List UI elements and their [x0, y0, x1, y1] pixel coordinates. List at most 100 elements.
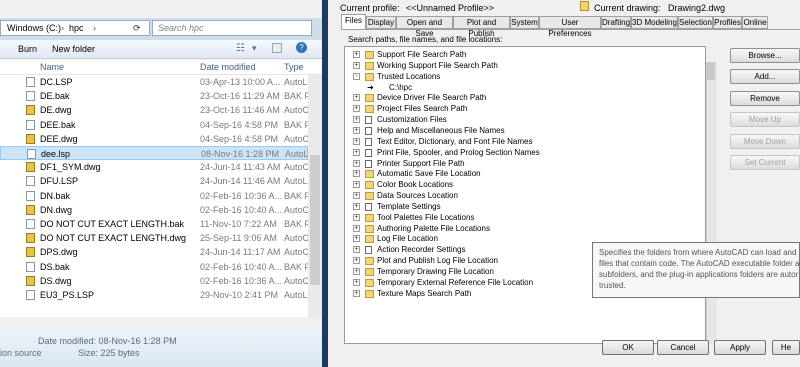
- file-row[interactable]: DEE.dwg 04-Sep-16 4:58 PM AutoCA: [0, 132, 308, 146]
- set-current-button[interactable]: Set Current: [730, 155, 800, 170]
- tab-user-preferences[interactable]: User Preferences: [539, 16, 601, 38]
- expand-icon[interactable]: +: [353, 268, 360, 275]
- burn-button[interactable]: Burn: [18, 44, 37, 54]
- tab-3d-modeling[interactable]: 3D Modeling: [631, 16, 678, 29]
- expand-icon[interactable]: +: [353, 181, 360, 189]
- file-date: 24-Jun-14 11:43 AM: [200, 162, 281, 173]
- tree-scrollbar-thumb[interactable]: [707, 62, 715, 80]
- move-up-button[interactable]: Move Up: [730, 112, 800, 127]
- breadcrumb-folder[interactable]: hpc: [69, 23, 84, 33]
- tab-system[interactable]: System: [510, 16, 539, 29]
- file-type: BAK Fil: [284, 261, 308, 272]
- tab-selection[interactable]: Selection: [678, 16, 713, 29]
- current-drawing-label: Current drawing:: [594, 3, 661, 13]
- file-row[interactable]: dee.lsp 08-Nov-16 1:28 PM AutoLIS: [0, 146, 308, 160]
- folder-icon: [365, 278, 374, 287]
- breadcrumb-drive[interactable]: Windows (C:): [7, 23, 61, 33]
- column-date-modified[interactable]: Date modified: [200, 62, 256, 72]
- expand-icon[interactable]: +: [353, 224, 360, 232]
- document-icon: [26, 219, 35, 229]
- tree-item-label: Print File, Spooler, and Prolog Section …: [377, 147, 540, 157]
- folder-icon: [365, 181, 374, 190]
- folder-icon: [365, 51, 374, 59]
- tree-item-label: Working Support File Search Path: [377, 60, 498, 70]
- tab-display[interactable]: Display: [366, 16, 396, 29]
- file-row[interactable]: DN.dwg 02-Feb-16 10:40 A...AutoCA: [0, 203, 308, 217]
- page-icon: [365, 116, 372, 125]
- file-row[interactable]: DO NOT CUT EXACT LENGTH.dwg 25-Sep-11 9:0…: [0, 231, 308, 245]
- add-button[interactable]: Add...: [730, 69, 800, 84]
- refresh-icon[interactable]: ⟳: [133, 23, 141, 34]
- file-row[interactable]: DN.bak 02-Feb-16 10:36 A...BAK Fil: [0, 189, 308, 203]
- expand-icon[interactable]: +: [353, 105, 360, 113]
- chevron-down-icon[interactable]: ▾: [252, 43, 257, 54]
- remove-button[interactable]: Remove: [730, 91, 800, 106]
- ok-button[interactable]: OK: [602, 340, 654, 355]
- help-icon[interactable]: ?: [296, 42, 307, 53]
- expand-icon[interactable]: +: [353, 159, 360, 167]
- preview-pane-icon[interactable]: [272, 43, 282, 53]
- file-row[interactable]: DC.LSP 03-Apr-13 10:00 A...AutoLIS: [0, 75, 308, 89]
- file-row[interactable]: DFU.LSP 24-Jun-14 11:46 AMAutoLIS: [0, 174, 308, 188]
- address-bar[interactable]: Windows (C:) › hpc › ⟳: [0, 20, 150, 36]
- collapse-icon[interactable]: -: [353, 72, 360, 80]
- tab-drafting[interactable]: Drafting: [601, 16, 631, 29]
- document-icon: [26, 261, 35, 272]
- expand-icon[interactable]: +: [353, 213, 360, 221]
- view-options-icon[interactable]: ☷: [236, 43, 245, 54]
- file-row[interactable]: EU3_PS.LSP 29-Nov-10 2:41 PM AutoLIS: [0, 288, 308, 302]
- expand-icon[interactable]: +: [353, 148, 360, 156]
- cancel-button[interactable]: Cancel: [657, 340, 709, 355]
- tab-profiles[interactable]: Profiles: [713, 16, 742, 29]
- new-folder-button[interactable]: New folder: [52, 44, 95, 54]
- tree-item-label: Texture Maps Search Path: [377, 288, 472, 298]
- help-button[interactable]: He: [772, 340, 800, 355]
- expand-icon[interactable]: +: [353, 170, 360, 178]
- browse-button[interactable]: Browse...: [730, 48, 800, 63]
- move-down-button[interactable]: Move Down: [730, 134, 800, 149]
- column-type[interactable]: Type: [284, 62, 304, 72]
- expand-icon[interactable]: +: [353, 61, 360, 69]
- expand-icon[interactable]: +: [353, 246, 360, 254]
- expand-icon[interactable]: +: [353, 51, 360, 58]
- file-row[interactable]: DO NOT CUT EXACT LENGTH.bak 11-Nov-10 7:2…: [0, 217, 308, 231]
- expand-icon[interactable]: +: [353, 137, 360, 145]
- tab-files[interactable]: Files: [341, 14, 366, 30]
- expand-icon[interactable]: +: [353, 116, 360, 124]
- column-name[interactable]: Name: [40, 62, 64, 72]
- file-name: DS.bak: [40, 261, 70, 272]
- file-type: AutoCA: [284, 247, 308, 258]
- folder-icon: [365, 94, 374, 103]
- tab-plot-and-publish[interactable]: Plot and Publish: [453, 16, 510, 38]
- search-box[interactable]: Search hpc: [152, 20, 312, 36]
- file-row[interactable]: DF1_SYM.dwg 24-Jun-14 11:43 AMAutoCA: [0, 160, 308, 174]
- file-name: DE.dwg: [40, 105, 72, 116]
- expand-icon[interactable]: +: [353, 126, 360, 134]
- address-row: Windows (C:) › hpc › ⟳ Search hpc: [0, 18, 322, 40]
- file-type: AutoLIS: [285, 149, 308, 159]
- expand-icon[interactable]: +: [353, 278, 360, 286]
- file-row[interactable]: DS.bak 02-Feb-16 10:40 A...BAK Fil: [0, 260, 308, 274]
- apply-button[interactable]: Apply: [714, 340, 766, 355]
- expand-icon[interactable]: +: [353, 257, 360, 265]
- expand-icon[interactable]: +: [353, 202, 360, 210]
- scrollbar-thumb[interactable]: [310, 155, 320, 285]
- tree-scrollbar[interactable]: [706, 62, 717, 344]
- search-input[interactable]: Search hpc: [158, 23, 204, 33]
- expand-icon[interactable]: +: [353, 192, 360, 200]
- file-row[interactable]: DE.bak 23-Oct-16 11:29 AM BAK Fil: [0, 89, 308, 103]
- tab-online[interactable]: Online: [742, 16, 768, 29]
- expand-icon[interactable]: +: [353, 94, 360, 102]
- file-row[interactable]: DEE.bak 04-Sep-16 4:58 PM BAK Fil: [0, 118, 308, 132]
- file-row[interactable]: DPS.dwg 24-Jun-14 11:17 AMAutoCA: [0, 245, 308, 259]
- file-type: BAK Fil: [284, 219, 308, 229]
- file-row[interactable]: DS.dwg 02-Feb-16 10:36 A...AutoCA: [0, 274, 308, 288]
- document-icon: [26, 91, 35, 102]
- tab-open-and-save[interactable]: Open and Save: [396, 16, 453, 38]
- file-type: AutoCA: [284, 233, 308, 244]
- expand-icon[interactable]: +: [353, 235, 360, 243]
- expand-icon[interactable]: +: [353, 289, 360, 297]
- tree-item-label: Customization Files: [377, 115, 447, 125]
- file-row[interactable]: DE.dwg 23-Oct-16 11:46 AM AutoCA: [0, 103, 308, 117]
- tree-item-label: Device Driver File Search Path: [377, 93, 487, 103]
